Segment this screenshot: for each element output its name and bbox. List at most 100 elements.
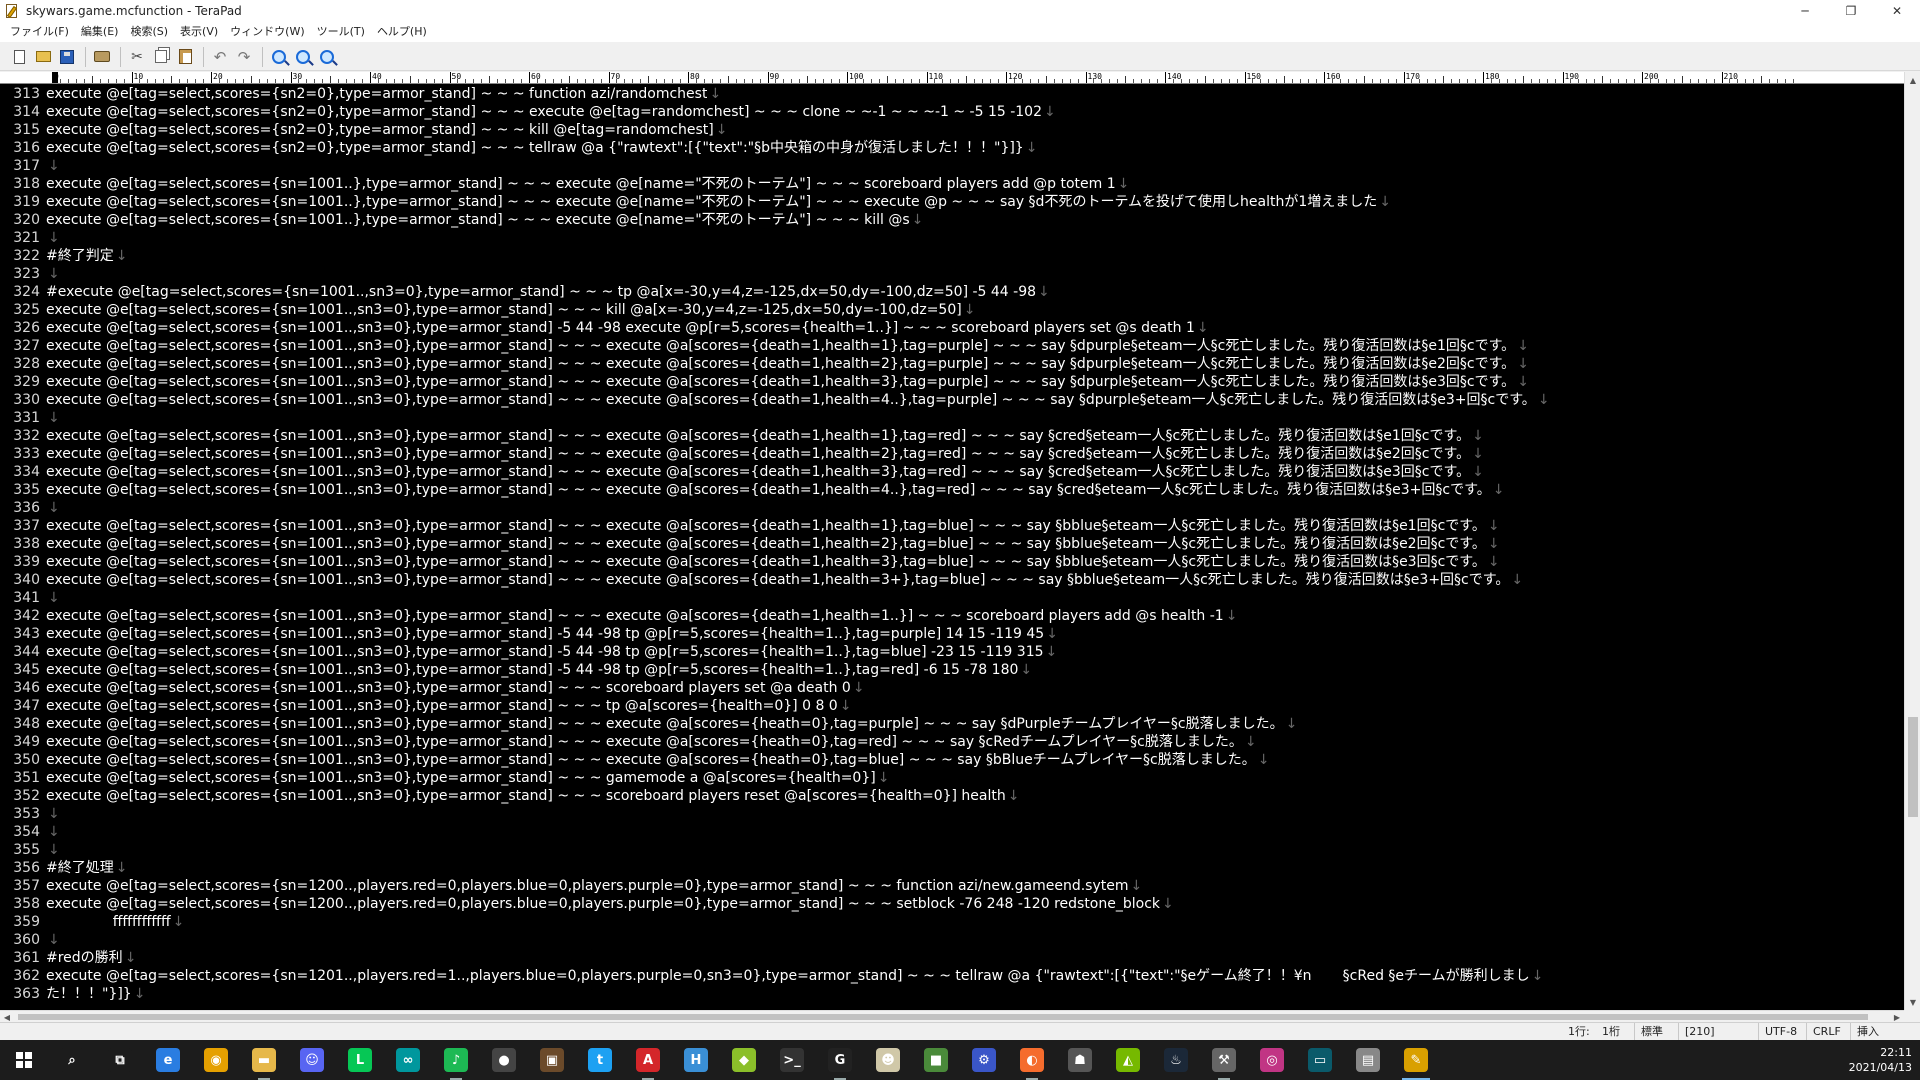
code-text[interactable]: execute @e[tag=select,scores={sn2=0},typ… [46, 121, 714, 139]
new-file-button[interactable] [8, 46, 30, 68]
code-text[interactable]: execute @e[tag=select,scores={sn=1001..,… [46, 715, 1284, 733]
code-text[interactable]: execute @e[tag=select,scores={sn=1200..,… [46, 895, 1160, 913]
menu-view[interactable]: 表示(V) [174, 22, 224, 42]
minecraft-taskbar-button[interactable]: ▣ [528, 1040, 576, 1080]
code-line[interactable]: 359 ffffffffffff ↓ [0, 913, 1904, 931]
code-line[interactable]: 317 ↓ [0, 157, 1904, 175]
scroll-down-icon[interactable]: ▼ [1905, 994, 1920, 1010]
code-text[interactable]: execute @e[tag=select,scores={sn=1001..,… [46, 697, 838, 715]
code-line[interactable]: 330 execute @e[tag=select,scores={sn=1001… [0, 391, 1904, 409]
discord-taskbar-button[interactable]: ☺ [288, 1040, 336, 1080]
menu-edit[interactable]: 編集(E) [75, 22, 125, 42]
code-line[interactable]: 338 execute @e[tag=select,scores={sn=1001… [0, 535, 1904, 553]
terapad-taskbar-button[interactable]: ✎ [1392, 1040, 1440, 1080]
terminal2-taskbar-button[interactable]: ▭ [1296, 1040, 1344, 1080]
folder-taskbar-button[interactable]: ▤ [1344, 1040, 1392, 1080]
h-app-taskbar-button[interactable]: H [672, 1040, 720, 1080]
scroll-up-icon[interactable]: ▲ [1905, 72, 1920, 88]
edge-taskbar-button[interactable]: e [144, 1040, 192, 1080]
code-text[interactable]: execute @e[tag=select,scores={sn=1001..,… [46, 373, 1515, 391]
code-line[interactable]: 327 execute @e[tag=select,scores={sn=1001… [0, 337, 1904, 355]
code-text[interactable]: execute @e[tag=select,scores={sn2=0},typ… [46, 103, 1042, 121]
code-line[interactable]: 350 execute @e[tag=select,scores={sn=1001… [0, 751, 1904, 769]
code-text[interactable]: execute @e[tag=select,scores={sn=1001..,… [46, 769, 876, 787]
line-taskbar-button[interactable]: L [336, 1040, 384, 1080]
close-button[interactable]: ✕ [1874, 0, 1920, 22]
code-text[interactable]: execute @e[tag=select,scores={sn=1001..,… [46, 661, 1018, 679]
code-line[interactable]: 332 execute @e[tag=select,scores={sn=1001… [0, 427, 1904, 445]
code-text[interactable]: execute @e[tag=select,scores={sn2=0},typ… [46, 85, 707, 103]
code-line[interactable]: 336 ↓ [0, 499, 1904, 517]
explorer-taskbar-button[interactable]: ▬ [240, 1040, 288, 1080]
code-line[interactable]: 335 execute @e[tag=select,scores={sn=1001… [0, 481, 1904, 499]
vertical-scrollbar[interactable]: ▲ ▼ [1904, 72, 1920, 1010]
editor-area[interactable]: 0 10 20 30 40 50 60 70 80 90 100 110 120 130 140 150 160… [0, 72, 1920, 1022]
code-line[interactable]: 333 execute @e[tag=select,scores={sn=1001… [0, 445, 1904, 463]
code-text[interactable]: execute @e[tag=select,scores={sn=1001..,… [46, 733, 1243, 751]
tool-taskbar-button[interactable]: ⚒ [1200, 1040, 1248, 1080]
horizontal-scrollbar[interactable]: ◀ ▶ [0, 1010, 1904, 1022]
start-button[interactable] [0, 1040, 48, 1080]
code-text[interactable]: execute @e[tag=select,scores={sn=1001..,… [46, 319, 1195, 337]
chrome-taskbar-button[interactable]: ◉ [192, 1040, 240, 1080]
terminal-taskbar-button[interactable]: >_ [768, 1040, 816, 1080]
code-text[interactable]: execute @e[tag=select,scores={sn=1001..,… [46, 571, 1509, 589]
code-line[interactable]: 322 #終了判定 ↓ [0, 247, 1904, 265]
code-text[interactable]: execute @e[tag=select,scores={sn=1201..,… [46, 967, 1530, 985]
cheat-taskbar-button[interactable]: ☗ [1056, 1040, 1104, 1080]
code-line[interactable]: 352 execute @e[tag=select,scores={sn=1001… [0, 787, 1904, 805]
code-text[interactable]: execute @e[tag=select,scores={sn=1001..,… [46, 301, 962, 319]
code-text[interactable]: execute @e[tag=select,scores={sn=1001..,… [46, 445, 1470, 463]
code-line[interactable]: 348 execute @e[tag=select,scores={sn=1001… [0, 715, 1904, 733]
code-line[interactable]: 354 ↓ [0, 823, 1904, 841]
code-line[interactable]: 343 execute @e[tag=select,scores={sn=1001… [0, 625, 1904, 643]
code-text[interactable]: execute @e[tag=select,scores={sn=1001..,… [46, 427, 1470, 445]
menu-tools[interactable]: ツール(T) [311, 22, 371, 42]
code-line[interactable]: 358 execute @e[tag=select,scores={sn=1200… [0, 895, 1904, 913]
code-line[interactable]: 334 execute @e[tag=select,scores={sn=1001… [0, 463, 1904, 481]
code-text[interactable]: #redの勝利 [46, 949, 123, 967]
terapad-app-icon[interactable] [4, 3, 20, 19]
minimize-button[interactable]: ─ [1782, 0, 1828, 22]
search-taskbar-taskbar-button[interactable]: ⌕ [48, 1040, 96, 1080]
code-text[interactable]: execute @e[tag=select,scores={sn=1001..,… [46, 553, 1486, 571]
code-line[interactable]: 347 execute @e[tag=select,scores={sn=1001… [0, 697, 1904, 715]
code-text[interactable]: ffffffffffff [46, 913, 171, 931]
save-button[interactable] [56, 46, 78, 68]
code-text[interactable]: execute @e[tag=select,scores={sn=1200..,… [46, 877, 1129, 895]
code-line[interactable]: 357 execute @e[tag=select,scores={sn=1200… [0, 877, 1904, 895]
code-line[interactable]: 313 execute @e[tag=select,scores={sn2=0},… [0, 85, 1904, 103]
code-line[interactable]: 315 execute @e[tag=select,scores={sn2=0},… [0, 121, 1904, 139]
menu-search[interactable]: 検索(S) [124, 22, 174, 42]
instagram-taskbar-button[interactable]: ◎ [1248, 1040, 1296, 1080]
code-line[interactable]: 342 execute @e[tag=select,scores={sn=1001… [0, 607, 1904, 625]
code-line[interactable]: 319 execute @e[tag=select,scores={sn=1001… [0, 193, 1904, 211]
code-line[interactable]: 351 execute @e[tag=select,scores={sn=1001… [0, 769, 1904, 787]
mixer-taskbar-button[interactable]: ⚙ [960, 1040, 1008, 1080]
code-text[interactable]: execute @e[tag=select,scores={sn=1001..}… [46, 193, 1377, 211]
code-text[interactable]: た！！！"}]} [46, 985, 132, 1003]
code-line[interactable]: 361 #redの勝利 ↓ [0, 949, 1904, 967]
restore-button[interactable]: ❐ [1828, 0, 1874, 22]
find-prev-button[interactable] [316, 46, 338, 68]
system-tray-clock[interactable]: 22:11 2021/04/13 [1849, 1040, 1912, 1080]
code-text[interactable]: execute @e[tag=select,scores={sn=1001..,… [46, 679, 851, 697]
code-text[interactable]: execute @e[tag=select,scores={sn=1001..,… [46, 607, 1224, 625]
block-taskbar-button[interactable]: ■ [912, 1040, 960, 1080]
find-next-button[interactable] [292, 46, 314, 68]
code-line[interactable]: 331 ↓ [0, 409, 1904, 427]
code-line[interactable]: 323 ↓ [0, 265, 1904, 283]
cut-button[interactable]: ✂ [126, 46, 148, 68]
code-text[interactable]: execute @e[tag=select,scores={sn=1001..,… [46, 355, 1515, 373]
code-line[interactable]: 321 ↓ [0, 229, 1904, 247]
code-line[interactable]: 318 execute @e[tag=select,scores={sn=1001… [0, 175, 1904, 193]
code-text[interactable]: execute @e[tag=select,scores={sn=1001..}… [46, 211, 910, 229]
code-text[interactable]: execute @e[tag=select,scores={sn=1001..,… [46, 625, 1044, 643]
code-text[interactable]: #終了判定 [46, 247, 114, 265]
vertical-scroll-thumb[interactable] [1908, 717, 1918, 817]
redo-button[interactable]: ↷ [233, 46, 255, 68]
code-text[interactable]: execute @e[tag=select,scores={sn=1001..,… [46, 337, 1515, 355]
code-text[interactable]: execute @e[tag=select,scores={sn=1001..,… [46, 751, 1256, 769]
code-text[interactable]: execute @e[tag=select,scores={sn=1001..,… [46, 643, 1044, 661]
menu-window[interactable]: ウィンドウ(W) [224, 22, 310, 42]
